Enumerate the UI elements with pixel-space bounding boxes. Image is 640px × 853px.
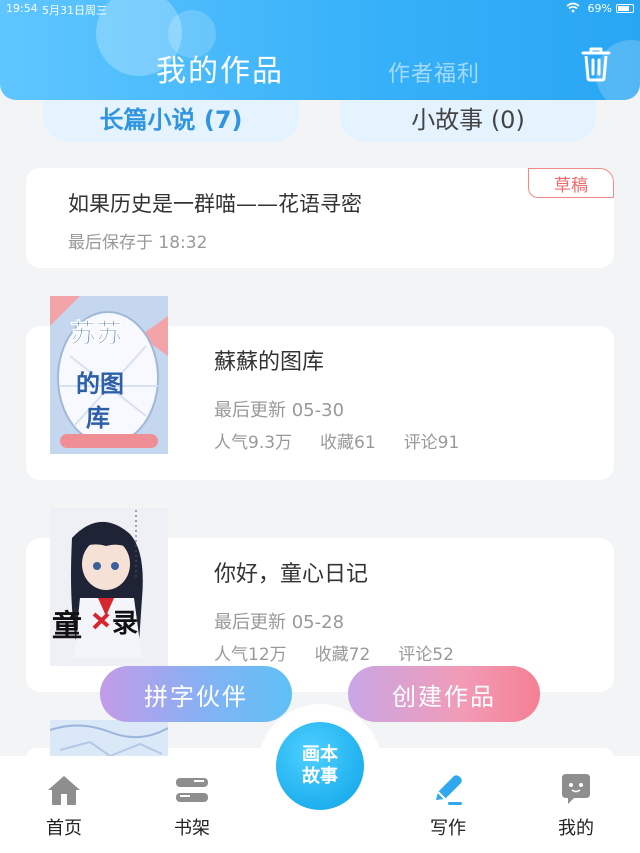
bookshelf-icon: [176, 778, 208, 802]
battery-icon: [616, 4, 634, 13]
nav-label: 首页: [46, 818, 82, 839]
cover-text: 苏苏: [70, 319, 122, 349]
pinzi-partner-button[interactable]: 拼字伙伴: [100, 666, 292, 722]
work-stats: 人气12万 收藏72 评论52: [214, 640, 482, 665]
nav-label: 写作: [430, 818, 466, 839]
work-card-draft[interactable]: 如果历史是一群喵——花语寻密 最后保存于 18:32 草稿: [26, 168, 614, 268]
svg-text:录: 录: [112, 609, 138, 639]
tab-author-welfare[interactable]: 作者福利: [388, 56, 480, 88]
status-time: 19:54: [6, 2, 38, 15]
work-title: 蘇蘇的图库: [214, 350, 325, 375]
status-bar: 19:54 5月31日周三 69%: [0, 2, 640, 18]
work-updated: 最后更新 05-28: [214, 612, 345, 633]
draw-story-button[interactable]: 画本 故事: [276, 722, 364, 810]
nav-item-write[interactable]: 写作: [398, 756, 498, 853]
nav-label: 书架: [174, 818, 210, 839]
work-title: 你好，童心日记: [214, 562, 369, 587]
cover-text: 童: [52, 609, 82, 644]
top-header: 19:54 5月31日周三 69% 我的作品 作者福利: [0, 0, 640, 100]
comments-stat: 评论52: [398, 645, 454, 665]
chat-bubble-icon: [562, 774, 590, 804]
trash-icon[interactable]: [580, 46, 612, 82]
nav-item-mine[interactable]: 我的: [526, 756, 626, 853]
battery-percent: 69%: [587, 2, 612, 15]
wifi-icon: [566, 2, 580, 16]
work-saved-time: 最后保存于 18:32: [68, 233, 208, 253]
nav-item-home[interactable]: 首页: [14, 756, 114, 853]
nav-item-bookshelf[interactable]: 书架: [142, 756, 242, 853]
home-icon: [48, 776, 80, 805]
nav-label: 我的: [558, 818, 594, 839]
comments-stat: 评论91: [403, 433, 460, 453]
work-updated: 最后更新 05-30: [214, 400, 345, 421]
book-cover[interactable]: 童 录: [50, 508, 168, 666]
center-button-line2: 故事: [302, 766, 338, 787]
popularity-stat: 人气12万: [214, 645, 287, 665]
create-work-button[interactable]: 创建作品: [348, 666, 540, 722]
status-date: 5月31日周三: [42, 4, 107, 17]
favorites-stat: 收藏61: [320, 433, 376, 453]
work-title: 如果历史是一群喵——花语寻密: [68, 192, 362, 216]
svg-text:库: 库: [86, 404, 110, 432]
center-button-line1: 画本: [302, 744, 338, 765]
work-stats: 人气9.3万 收藏61 评论91: [214, 428, 487, 453]
tab-my-works[interactable]: 我的作品: [156, 46, 284, 90]
favorites-stat: 收藏72: [314, 645, 371, 665]
popularity-stat: 人气9.3万: [214, 433, 293, 453]
svg-text:的图: 的图: [76, 370, 124, 398]
pencil-icon: [436, 775, 462, 805]
draft-badge: 草稿: [528, 168, 614, 198]
book-cover[interactable]: 苏苏 的图 库: [50, 296, 168, 454]
